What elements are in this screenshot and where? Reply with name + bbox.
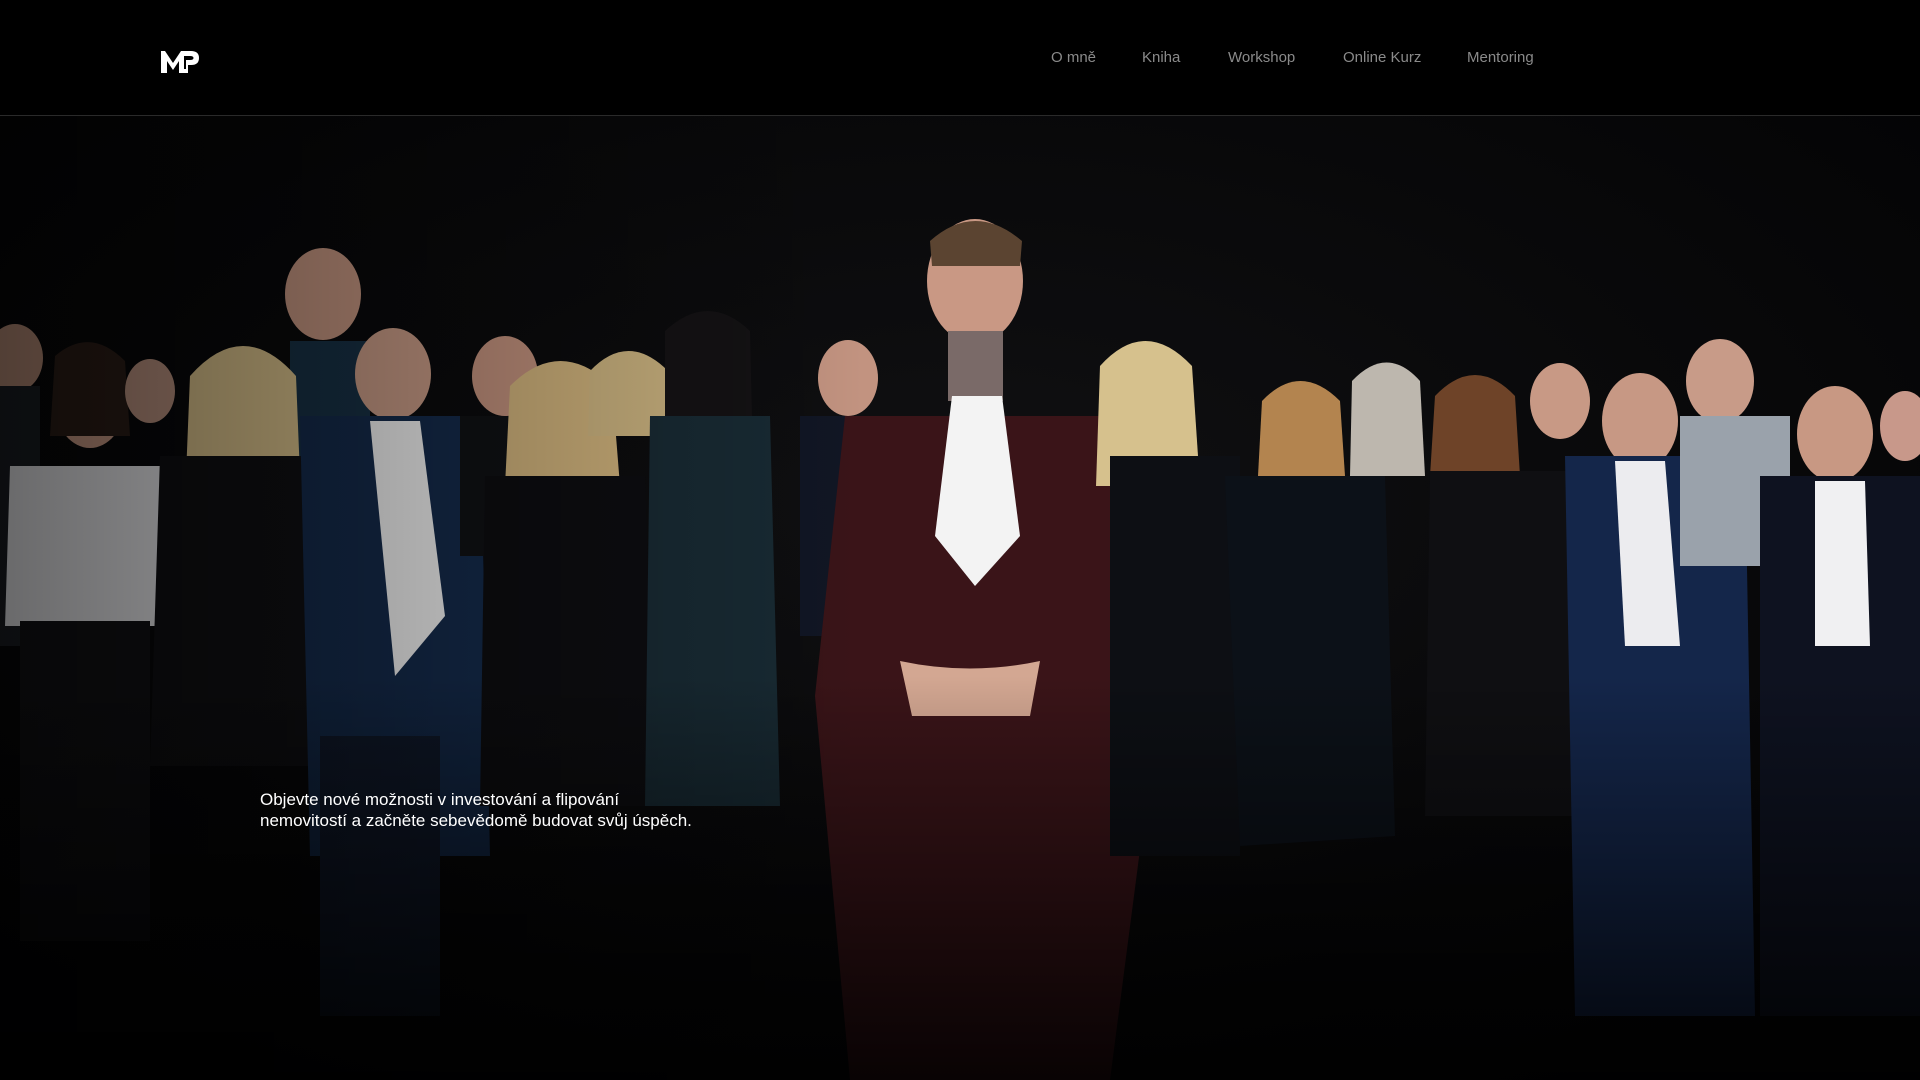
nav-item-kniha[interactable]: Kniha — [1142, 49, 1180, 67]
nav-item-o-mne[interactable]: O mně — [1051, 49, 1096, 67]
hero-section: Objevte nové možnosti v investování a fl… — [0, 116, 1920, 1080]
site-header: O mně Kniha Workshop Online Kurz Mentori… — [0, 0, 1920, 116]
nav-item-online-kurz[interactable]: Online Kurz — [1343, 49, 1421, 67]
mp-monogram-icon — [161, 51, 199, 73]
hero-tagline-line-2: nemovitostí a začněte sebevědomě budovat… — [260, 811, 692, 830]
hero-tagline: Objevte nové možnosti v investování a fl… — [260, 789, 780, 831]
mp-logo[interactable] — [159, 45, 201, 75]
nav-item-mentoring[interactable]: Mentoring — [1467, 49, 1534, 67]
hero-group-photo — [0, 116, 1920, 1080]
nav-item-workshop[interactable]: Workshop — [1228, 49, 1295, 67]
hero-tagline-line-1: Objevte nové možnosti v investování a fl… — [260, 790, 620, 809]
